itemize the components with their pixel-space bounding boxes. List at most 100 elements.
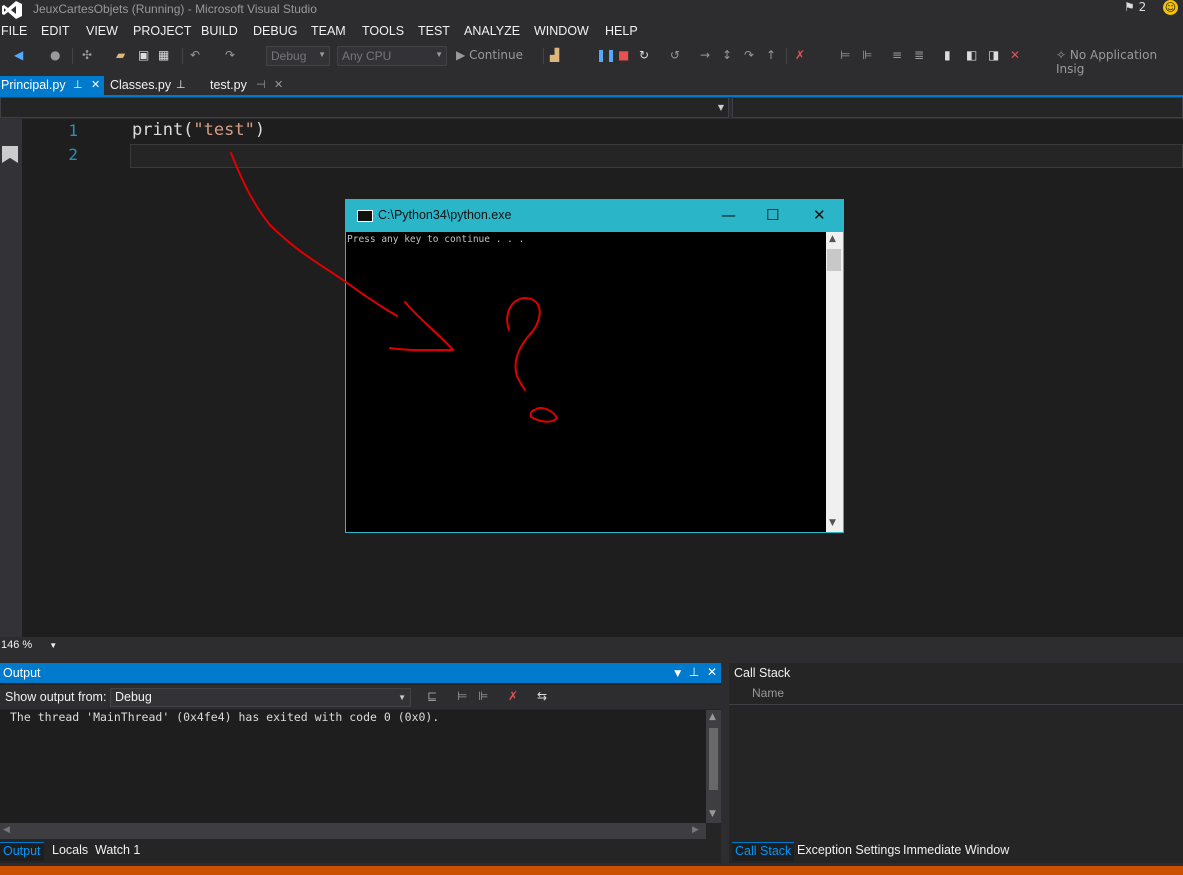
tab-watch-1[interactable]: Watch 1 xyxy=(92,842,143,861)
restart-icon[interactable]: ↻ xyxy=(639,48,649,64)
console-scrollbar[interactable]: ▲ ▼ xyxy=(826,232,843,532)
notification-flag-icon[interactable]: ⚑ 2 xyxy=(1124,0,1146,14)
scroll-up-icon[interactable]: ▲ xyxy=(709,712,716,722)
step-over-icon[interactable]: ↕ xyxy=(722,48,732,64)
menu-test[interactable]: TEST xyxy=(418,24,450,38)
menu-view[interactable]: VIEW xyxy=(86,24,118,38)
menu-edit[interactable]: EDIT xyxy=(41,24,69,38)
clear-bookmarks-icon[interactable]: ✕ xyxy=(1010,48,1020,64)
tab-classes-py[interactable]: Classes.py ⊥ xyxy=(110,76,190,95)
pin-icon[interactable]: ⊥ xyxy=(176,78,186,91)
console-title-bar[interactable]: C:\Python34\python.exe — ☐ ✕ xyxy=(346,200,843,232)
line-number: 2 xyxy=(68,145,78,164)
tab-exception-settings[interactable]: Exception Settings xyxy=(794,842,904,861)
play-icon: ▶ xyxy=(456,48,466,62)
menu-team[interactable]: TEAM xyxy=(311,24,346,38)
stop-debugging-icon[interactable]: ■ xyxy=(618,48,629,64)
minimize-button[interactable]: — xyxy=(721,206,736,224)
scroll-down-icon[interactable]: ▼ xyxy=(829,518,836,528)
step-out-icon[interactable]: ↷ xyxy=(744,48,754,64)
menu-window[interactable]: WINDOW xyxy=(534,24,589,38)
menu-help[interactable]: HELP xyxy=(605,24,638,38)
pin-icon[interactable]: ⊥ xyxy=(689,665,699,679)
close-icon[interactable]: ✕ xyxy=(91,78,100,91)
step-back-icon[interactable]: ↑ xyxy=(766,48,776,64)
step-into-icon[interactable]: → xyxy=(700,48,710,64)
redo-icon[interactable]: ↷ xyxy=(225,48,235,64)
column-header-name[interactable]: Name xyxy=(752,686,784,700)
scroll-left-icon[interactable]: ◀ xyxy=(3,825,10,835)
menu-build[interactable]: BUILD xyxy=(201,24,238,38)
menu-debug[interactable]: DEBUG xyxy=(253,24,297,38)
next-message-icon[interactable]: ⊫ xyxy=(478,689,488,705)
editor-zoom-bar: 146 % ▼ xyxy=(0,637,1183,656)
save-icon[interactable]: ▣ xyxy=(138,48,149,64)
scroll-right-icon[interactable]: ▶ xyxy=(692,825,699,835)
scroll-up-icon[interactable]: ▲ xyxy=(829,234,836,244)
application-insights-button[interactable]: ✧ No Application Insig xyxy=(1056,48,1183,76)
save-all-icon[interactable]: ▦ xyxy=(158,48,169,64)
tab-call-stack[interactable]: Call Stack xyxy=(732,842,795,861)
open-folder-icon[interactable]: ▰ xyxy=(116,48,125,64)
previous-message-icon[interactable]: ⊨ xyxy=(457,689,467,705)
close-button[interactable]: ✕ xyxy=(813,206,826,224)
close-icon[interactable]: ✕ xyxy=(274,78,283,91)
tab-principal-py[interactable]: Principal.py ⊥ ✕ xyxy=(0,76,104,95)
output-text[interactable]: The thread 'MainThread' (0x4fe4) has exi… xyxy=(0,710,706,823)
previous-bookmark-icon[interactable]: ◧ xyxy=(966,48,977,64)
tab-locals[interactable]: Locals xyxy=(49,842,91,861)
zoom-dropdown[interactable]: 146 % ▼ xyxy=(1,639,57,651)
maximize-button[interactable]: ☐ xyxy=(766,206,779,224)
document-tabs: Principal.py ⊥ ✕ Classes.py ⊥ test.py ⊣ … xyxy=(0,76,1183,95)
indicator-margin[interactable] xyxy=(0,119,22,637)
pin-icon[interactable]: ⊣ xyxy=(256,78,266,91)
types-dropdown[interactable]: ▼ xyxy=(0,97,729,118)
toolbar-separator xyxy=(182,48,183,64)
undo-icon[interactable]: ↶ xyxy=(190,48,200,64)
close-icon[interactable]: ✕ xyxy=(707,665,717,679)
continue-button[interactable]: ▶ Continue xyxy=(456,48,523,64)
forward-icon[interactable]: ● xyxy=(50,48,60,64)
tab-output[interactable]: Output xyxy=(0,842,44,861)
break-all-icon[interactable]: ❚❚ xyxy=(596,48,616,64)
members-dropdown[interactable] xyxy=(732,97,1183,118)
tab-test-py[interactable]: test.py ⊣ ✕ xyxy=(210,76,290,95)
menu-tools[interactable]: TOOLS xyxy=(362,24,404,38)
feedback-smiley-icon[interactable]: ☺ xyxy=(1163,0,1178,15)
menu-file[interactable]: FILE xyxy=(1,24,27,38)
uncomment-icon[interactable]: ≣ xyxy=(914,48,924,64)
scroll-down-icon[interactable]: ▼ xyxy=(709,809,716,819)
scroll-thumb[interactable] xyxy=(709,728,718,790)
code-line[interactable]: print("test") xyxy=(132,120,265,140)
outdent-icon[interactable]: ⊫ xyxy=(862,48,872,64)
output-vertical-scrollbar[interactable]: ▲ ▼ xyxy=(706,710,721,823)
pin-icon[interactable]: ⊥ xyxy=(73,78,83,91)
indent-icon[interactable]: ⊨ xyxy=(840,48,850,64)
call-stack-panel: Call Stack Name xyxy=(729,663,1183,863)
exceptions-icon[interactable]: ✗ xyxy=(795,48,805,64)
tab-immediate-window[interactable]: Immediate Window xyxy=(900,842,1012,861)
toggle-word-wrap-icon[interactable]: ⇆ xyxy=(537,689,547,705)
solution-platforms-dropdown[interactable]: Any CPU ▼ xyxy=(337,46,447,66)
menu-analyze[interactable]: ANALYZE xyxy=(464,24,520,38)
panel-menu-chevron-icon[interactable]: ▼ xyxy=(674,669,681,679)
tab-label: Classes.py xyxy=(110,78,172,92)
output-source-dropdown[interactable]: Debug ▼ xyxy=(110,688,411,707)
show-next-statement-icon[interactable]: ↺ xyxy=(670,48,680,64)
comment-icon[interactable]: ≡ xyxy=(892,48,902,64)
new-project-icon[interactable]: ✣ xyxy=(82,48,92,64)
attach-process-icon[interactable]: ▟ xyxy=(550,48,559,64)
call-stack-list[interactable] xyxy=(729,704,1183,839)
find-message-icon[interactable]: ⊑ xyxy=(427,689,437,705)
bookmark-icon[interactable]: ▮ xyxy=(944,48,951,64)
next-bookmark-icon[interactable]: ◨ xyxy=(988,48,999,64)
scroll-thumb[interactable] xyxy=(827,249,841,271)
output-horizontal-scrollbar[interactable]: ◀ ▶ xyxy=(0,823,706,839)
output-panel: Output ▼ ⊥ ✕ Show output from: Debug ▼ ⊑… xyxy=(0,663,721,863)
output-panel-header[interactable]: Output ▼ ⊥ ✕ xyxy=(0,663,721,683)
console-window[interactable]: C:\Python34\python.exe — ☐ ✕ Press any k… xyxy=(345,199,844,533)
clear-all-icon[interactable]: ✗ xyxy=(508,689,518,705)
menu-project[interactable]: PROJECT xyxy=(133,24,191,38)
solution-configurations-dropdown[interactable]: Debug ▼ xyxy=(266,46,330,66)
back-icon[interactable]: ◀ xyxy=(14,48,23,64)
